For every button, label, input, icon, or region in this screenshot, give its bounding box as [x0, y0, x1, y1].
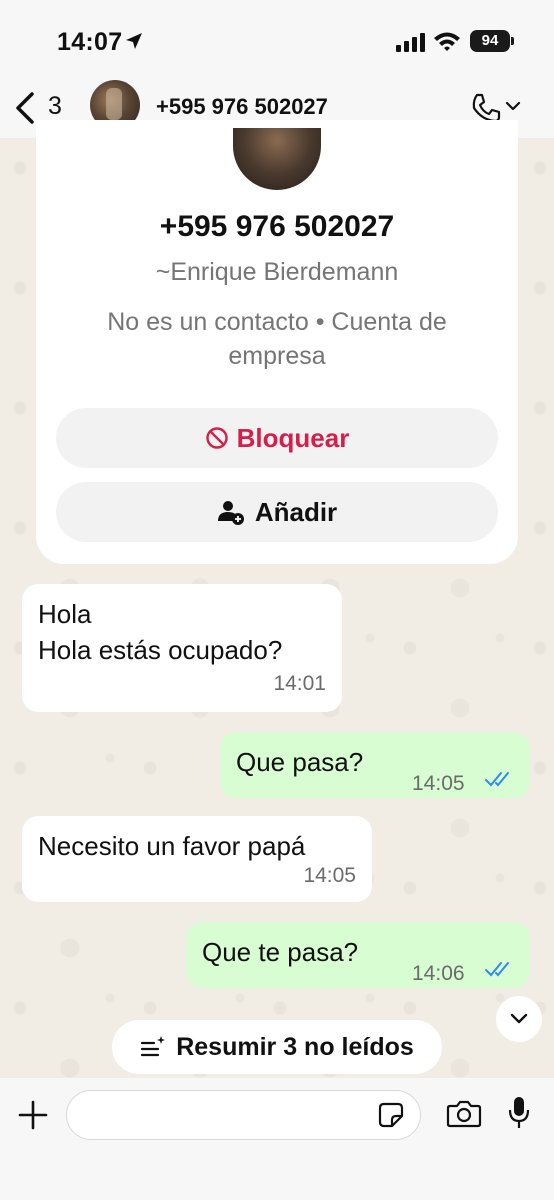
contact-number: +595 976 502027 — [159, 210, 395, 243]
microphone-icon[interactable] — [508, 1096, 530, 1130]
chevron-down-icon[interactable] — [505, 100, 521, 112]
location-arrow-icon — [126, 33, 142, 49]
camera-icon[interactable] — [446, 1100, 482, 1128]
chat-title[interactable]: +595 976 502027 — [156, 94, 328, 120]
message-time: 14:01 — [273, 672, 326, 695]
message-text: Hola — [38, 599, 92, 629]
cellular-signal-icon — [396, 33, 425, 52]
block-icon — [205, 427, 228, 449]
read-receipt-icon — [485, 962, 509, 977]
battery-nub — [511, 37, 514, 45]
battery-indicator: 94 — [470, 30, 510, 52]
summarize-sparkle-icon — [141, 1036, 166, 1057]
add-contact-button[interactable]: Añadir — [56, 482, 498, 542]
status-bar: 14:07 94 — [0, 0, 554, 80]
add-contact-label: Añadir — [254, 496, 338, 527]
block-button[interactable]: Bloquear — [56, 408, 498, 468]
outgoing-message[interactable]: Que pasa? 14:05 — [220, 732, 530, 798]
block-label: Bloquear — [236, 422, 350, 453]
message-text: Necesito un favor papá — [38, 831, 306, 861]
incoming-message[interactable]: Hola Hola estás ocupado? 14:01 — [22, 584, 342, 712]
contact-card-avatar — [233, 128, 321, 190]
summarize-unread-button[interactable]: Resumir 3 no leídos — [112, 1020, 442, 1074]
outgoing-message[interactable]: Que te pasa? 14:06 — [186, 922, 530, 988]
incoming-message[interactable]: Necesito un favor papá 14:05 — [22, 816, 372, 902]
contact-info-card: +595 976 502027 ~Enrique Bierdemann No e… — [36, 120, 518, 564]
contact-status-info: No es un contacto • Cuenta de empresa — [107, 308, 447, 370]
plus-icon[interactable] — [18, 1100, 48, 1130]
message-text: Que pasa? — [236, 747, 364, 777]
add-person-icon — [217, 501, 244, 525]
message-input[interactable] — [66, 1090, 421, 1140]
message-text: Hola estás ocupado? — [38, 635, 283, 665]
unread-count[interactable]: 3 — [48, 92, 62, 121]
status-time: 14:07 — [57, 28, 123, 56]
scroll-to-bottom-button[interactable] — [496, 996, 542, 1042]
contact-push-name: ~Enrique Bierdemann — [155, 258, 399, 286]
wifi-icon — [434, 32, 460, 51]
message-time: 14:06 — [412, 962, 465, 985]
back-chevron-icon[interactable] — [12, 91, 38, 125]
chevron-down-icon — [510, 1013, 528, 1024]
message-time: 14:05 — [412, 772, 465, 795]
read-receipt-icon — [485, 772, 509, 787]
message-time: 14:05 — [303, 864, 356, 887]
message-text: Que te pasa? — [202, 937, 359, 967]
sticker-icon[interactable] — [378, 1102, 404, 1128]
message-composer — [0, 1078, 554, 1200]
summarize-label: Resumir 3 no leídos — [176, 1032, 414, 1061]
